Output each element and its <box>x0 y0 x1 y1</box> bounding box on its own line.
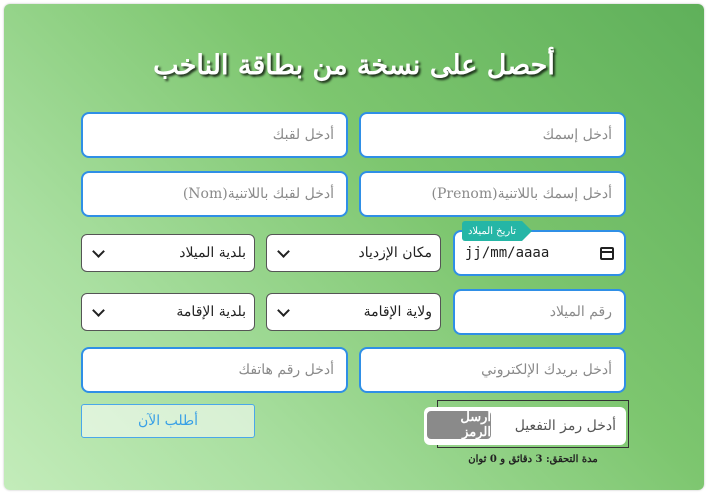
birth-number-input[interactable]: رقم الميلاد <box>453 289 626 335</box>
residence-municipality-select[interactable]: بلدية الإقامة <box>81 293 255 331</box>
birth-date-value: jj/mm/aaaa <box>465 245 550 261</box>
send-code-button[interactable]: أرسل الرمز <box>425 409 493 441</box>
last-name-latin-input[interactable]: أدخل لقبك باللاتنية(Nom) <box>81 171 348 217</box>
last-name-latin-placeholder: أدخل لقبك باللاتنية(Nom) <box>182 186 334 202</box>
email-placeholder: أدخل بريدك الإلكتروني <box>481 362 612 378</box>
chevron-down-icon <box>92 244 105 258</box>
birth-place-select-value: مكان الإزدياد <box>358 245 433 261</box>
verification-timer: مدة التحقق: 3 دقائق و 0 ثوان <box>468 454 598 465</box>
first-name-latin-placeholder: أدخل إسمك باللاتنية(Prenom) <box>431 186 612 202</box>
calendar-icon[interactable] <box>600 246 614 260</box>
chevron-down-icon <box>92 303 105 317</box>
submit-button[interactable]: أطلب الآن <box>81 404 255 438</box>
first-name-latin-input[interactable]: أدخل إسمك باللاتنية(Prenom) <box>359 171 626 217</box>
residence-state-select-value: ولاية الإقامة <box>363 304 432 320</box>
chevron-down-icon <box>277 244 290 258</box>
birth-number-placeholder: رقم الميلاد <box>549 304 612 320</box>
residence-state-select[interactable]: ولاية الإقامة <box>266 293 441 331</box>
last-name-input[interactable]: أدخل لقبك <box>81 112 348 158</box>
birth-municipality-select-value: بلدية الميلاد <box>179 245 246 261</box>
birth-date-tag: تاريخ الميلاد <box>462 221 532 241</box>
first-name-placeholder: أدخل إسمك <box>542 127 612 143</box>
email-input[interactable]: أدخل بريدك الإلكتروني <box>359 347 626 393</box>
phone-input[interactable]: أدخل رقم هاتفك <box>81 347 348 393</box>
phone-placeholder: أدخل رقم هاتفك <box>238 362 334 378</box>
last-name-placeholder: أدخل لقبك <box>272 127 334 143</box>
birth-place-select[interactable]: مكان الإزدياد <box>266 234 441 272</box>
activation-code-placeholder: أدخل رمز التفعيل <box>514 418 616 434</box>
first-name-input[interactable]: أدخل إسمك <box>359 112 626 158</box>
page-title: أحصل على نسخة من بطاقة الناخب <box>153 50 555 81</box>
chevron-down-icon <box>277 303 290 317</box>
residence-municipality-select-value: بلدية الإقامة <box>176 304 246 320</box>
birth-municipality-select[interactable]: بلدية الميلاد <box>81 234 255 272</box>
